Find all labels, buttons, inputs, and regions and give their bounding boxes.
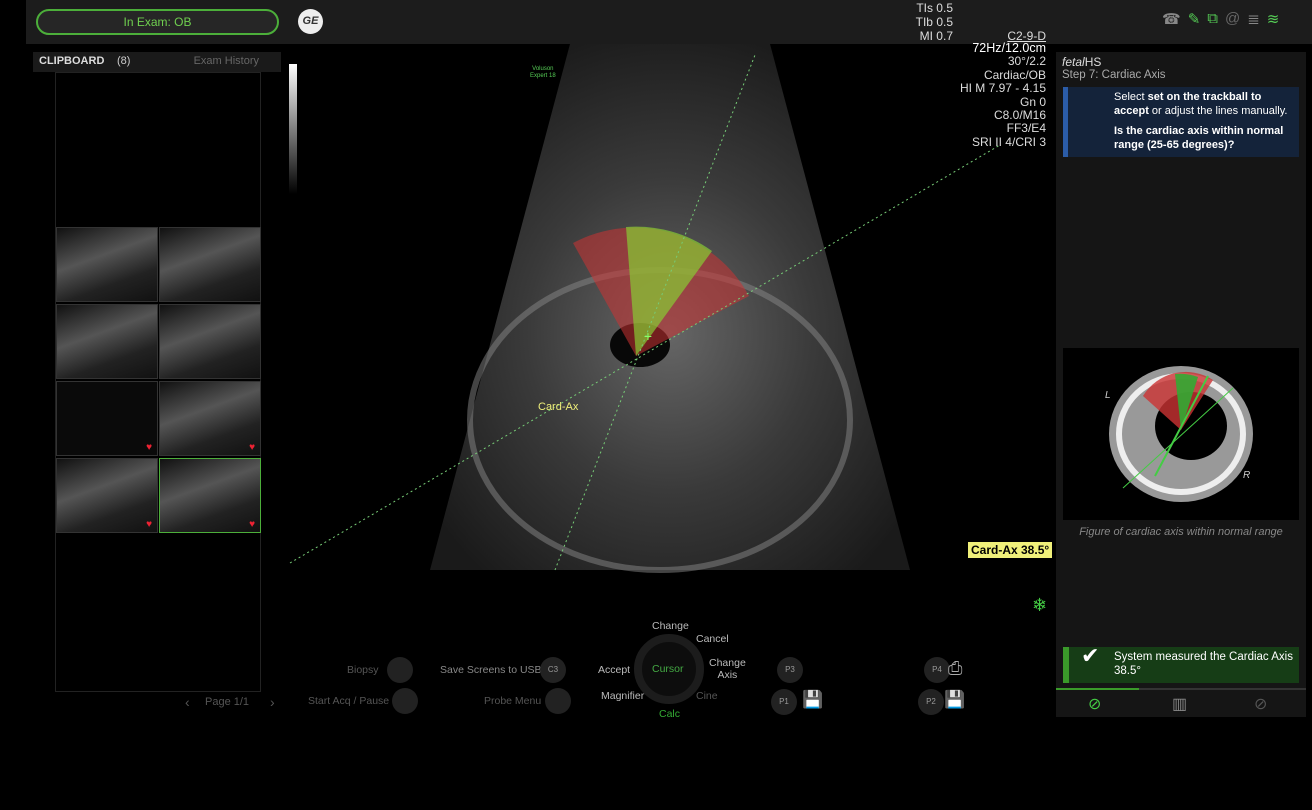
calc-label[interactable]: Calc bbox=[659, 708, 680, 720]
instruction-box: Select set on the trackball to accept or… bbox=[1063, 87, 1299, 157]
freeze-icon[interactable]: ❄ bbox=[1032, 595, 1047, 616]
change-label[interactable]: Change bbox=[652, 620, 689, 632]
prev-page-icon[interactable]: ‹ bbox=[185, 694, 190, 710]
probe-menu-label: Probe Menu bbox=[484, 695, 542, 707]
figure-caption: Figure of cardiac axis within normal ran… bbox=[1079, 526, 1283, 538]
tab-chart-icon[interactable]: ▥ bbox=[1172, 694, 1187, 714]
progress-fill bbox=[1056, 688, 1139, 690]
export-icon: ⧉ bbox=[1207, 10, 1218, 27]
save-image-icon: 💾 bbox=[802, 690, 824, 709]
app-title: fetalHS bbox=[1062, 55, 1102, 69]
save-cine-icon: 💾 bbox=[944, 690, 966, 709]
biopsy-label: Biopsy bbox=[347, 664, 379, 676]
report-icon: ≣ bbox=[1247, 11, 1260, 28]
param: 72Hz/12.0cm bbox=[972, 41, 1046, 55]
ultrasound-image: + bbox=[289, 44, 1001, 573]
save-usb-label: Save Screens to USB bbox=[440, 664, 542, 676]
param: Gn 0 bbox=[1019, 94, 1046, 109]
imaging-params: 72Hz/12.0cm 30°/2.2 Cardiac/OB HI M 7.97… bbox=[940, 29, 1046, 149]
start-stop-button[interactable] bbox=[392, 688, 418, 714]
param: 30°/2.2 bbox=[1007, 54, 1046, 69]
printer-icon: ⎙ bbox=[948, 658, 963, 678]
step-title: Step 7: Cardiac Axis bbox=[1062, 69, 1166, 81]
p2-button[interactable]: P2 bbox=[918, 689, 944, 715]
param: Cardiac/OB bbox=[983, 67, 1046, 82]
checkmark-icon: ✔ bbox=[1081, 643, 1100, 668]
p1-button[interactable]: P1 bbox=[771, 689, 797, 715]
watermark: Voluson Expert 18 bbox=[530, 66, 556, 79]
fig-right-label: R bbox=[1243, 470, 1251, 481]
biopsy-button[interactable] bbox=[387, 657, 413, 683]
param: C8.0/M16 bbox=[993, 108, 1046, 123]
cine-label[interactable]: Cine bbox=[696, 690, 718, 702]
question: Is the cardiac axis within normal range … bbox=[1114, 125, 1284, 151]
cursor-label[interactable]: Cursor bbox=[652, 663, 684, 675]
fig-left-label: L bbox=[1105, 390, 1111, 401]
accept-label[interactable]: Accept bbox=[598, 664, 630, 676]
param: HI M 7.97 - 4.15 bbox=[959, 81, 1046, 96]
card-ax-label: Card-Ax bbox=[538, 401, 579, 413]
cancel-label[interactable]: Cancel bbox=[696, 633, 729, 645]
start-stop-label: Start Acq / Pause bbox=[308, 695, 390, 707]
pen-icon: ✎ bbox=[1187, 11, 1201, 28]
headset-icon: ☎ bbox=[1162, 11, 1181, 28]
change-axis-label[interactable]: Change Axis bbox=[709, 657, 746, 681]
probe-menu-button[interactable] bbox=[545, 688, 571, 714]
p4-button[interactable]: P4 bbox=[924, 657, 950, 683]
success-message: ✔ System measured the Cardiac Axis 38.5° bbox=[1063, 643, 1299, 683]
cardiac-axis-figure: L R bbox=[1063, 348, 1299, 520]
param: SRI II 4/CRI 3 bbox=[971, 134, 1046, 149]
page-indicator: Page 1/1 bbox=[205, 696, 250, 708]
tab-cancel-icon[interactable]: ⊘ bbox=[1254, 694, 1267, 714]
tab-accept-check-icon[interactable]: ⊘ bbox=[1088, 694, 1101, 714]
p3-button[interactable]: P3 bbox=[777, 657, 803, 683]
center-cross-icon: + bbox=[644, 328, 652, 344]
param: FF3/E4 bbox=[1006, 121, 1046, 136]
next-page-icon[interactable]: › bbox=[270, 694, 275, 710]
magnifier-label[interactable]: Magnifier bbox=[601, 690, 644, 702]
status-icons: ☎ ✎ ⧉ @ ≣ ≋ bbox=[1162, 10, 1302, 30]
wifi-icon: ≋ bbox=[1266, 11, 1280, 28]
c3-button[interactable]: C3 bbox=[540, 657, 566, 683]
progress-track bbox=[1056, 688, 1306, 690]
measurement-result: Card-Ax 38.5° bbox=[968, 542, 1053, 558]
at-icon: @ bbox=[1224, 10, 1241, 27]
